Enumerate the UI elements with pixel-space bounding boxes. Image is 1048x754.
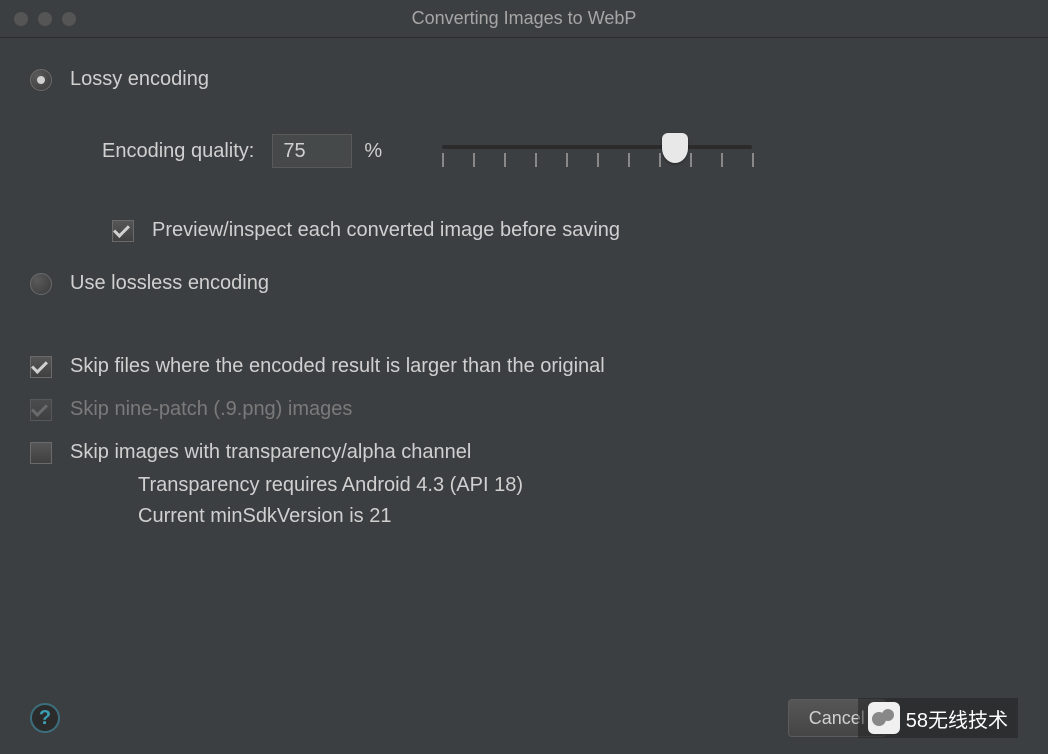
encoding-quality-slider[interactable] — [442, 131, 752, 171]
encoding-quality-row: Encoding quality: % — [102, 131, 1018, 171]
preview-row: Preview/inspect each converted image bef… — [112, 219, 1018, 242]
skip-larger-checkbox[interactable] — [30, 356, 52, 378]
dialog-footer: ? Cancel 58无线技术 — [0, 698, 1048, 738]
skip-ninepatch-checkbox — [30, 399, 52, 421]
transparency-hint-1: Transparency requires Android 4.3 (API 1… — [138, 474, 1018, 497]
preview-checkbox[interactable] — [112, 220, 134, 242]
watermark-text: 58无线技术 — [906, 704, 1008, 733]
window-title: Converting Images to WebP — [14, 8, 1034, 29]
skip-larger-label: Skip files where the encoded result is l… — [70, 355, 605, 378]
slider-ticks — [442, 153, 752, 167]
encoding-quality-unit: % — [364, 140, 382, 163]
titlebar: Converting Images to WebP — [0, 0, 1048, 38]
footer-buttons: Cancel 58无线技术 — [788, 698, 1018, 738]
skip-ninepatch-label: Skip nine-patch (.9.png) images — [70, 398, 352, 421]
skip-transparency-label: Skip images with transparency/alpha chan… — [70, 441, 471, 464]
close-window-button[interactable] — [14, 12, 28, 26]
traffic-lights — [14, 12, 76, 26]
wechat-icon — [868, 702, 900, 734]
watermark-overlay: 58无线技术 — [858, 698, 1018, 738]
slider-track — [442, 145, 752, 149]
slider-thumb[interactable] — [662, 133, 688, 163]
preview-label: Preview/inspect each converted image bef… — [152, 219, 620, 242]
encoding-quality-input[interactable] — [272, 134, 352, 168]
lossy-encoding-radio[interactable] — [30, 69, 52, 91]
skip-transparency-row: Skip images with transparency/alpha chan… — [30, 441, 1018, 464]
skip-ninepatch-row: Skip nine-patch (.9.png) images — [30, 398, 1018, 421]
lossy-encoding-label: Lossy encoding — [70, 68, 209, 91]
encoding-quality-label: Encoding quality: — [102, 140, 254, 163]
skip-transparency-checkbox[interactable] — [30, 442, 52, 464]
help-icon[interactable]: ? — [30, 703, 60, 733]
dialog-content: Lossy encoding Encoding quality: % — [0, 38, 1048, 556]
minimize-window-button[interactable] — [38, 12, 52, 26]
lossless-encoding-radio[interactable] — [30, 273, 52, 295]
lossless-encoding-row: Use lossless encoding — [30, 272, 1018, 295]
lossy-encoding-row: Lossy encoding — [30, 68, 1018, 91]
lossless-encoding-label: Use lossless encoding — [70, 272, 269, 295]
maximize-window-button[interactable] — [62, 12, 76, 26]
transparency-hint-2: Current minSdkVersion is 21 — [138, 505, 1018, 528]
skip-larger-row: Skip files where the encoded result is l… — [30, 355, 1018, 378]
